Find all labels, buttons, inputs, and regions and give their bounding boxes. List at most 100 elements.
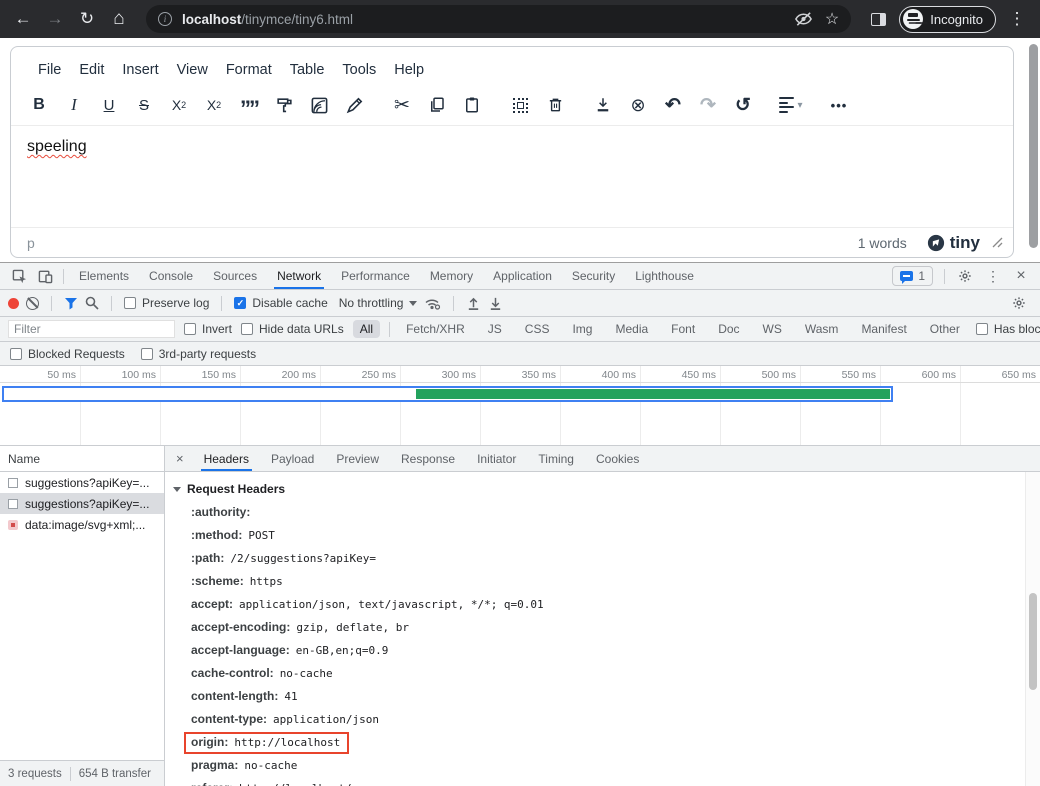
misspelled-word[interactable]: speeling (27, 138, 87, 155)
menu-format[interactable]: Format (217, 57, 281, 83)
detail-tab-initiator[interactable]: Initiator (466, 446, 527, 471)
menu-view[interactable]: View (168, 57, 217, 83)
side-panel-icon[interactable] (863, 4, 893, 34)
name-column-header[interactable]: Name (0, 446, 164, 472)
detail-tab-response[interactable]: Response (390, 446, 466, 471)
invert-checkbox[interactable] (184, 323, 196, 335)
request-row[interactable]: suggestions?apiKey=... (0, 472, 164, 493)
strikethrough-icon[interactable]: S (132, 93, 156, 117)
tab-console[interactable]: Console (139, 263, 203, 289)
network-overview-timeline[interactable]: 50 ms 100 ms 150 ms 200 ms 250 ms 300 ms… (0, 366, 1040, 446)
filter-type-font[interactable]: Font (664, 320, 702, 338)
disable-cache-checkbox[interactable]: ✓ (234, 297, 246, 309)
format-painter-icon[interactable] (272, 93, 296, 117)
filter-type-manifest[interactable]: Manifest (854, 320, 913, 338)
blocked-requests-toggle[interactable]: Blocked Requests (10, 347, 125, 361)
tiny-brand[interactable]: tiny (927, 233, 980, 253)
editor-content-area[interactable]: speeling (11, 125, 1013, 227)
bold-icon[interactable]: B (27, 93, 51, 117)
address-bar[interactable]: i localhost /tinymce/tiny6.html ☆ (146, 5, 851, 33)
hide-data-urls-toggle[interactable]: Hide data URLs (241, 322, 344, 336)
element-path[interactable]: p (27, 235, 35, 251)
align-left-icon[interactable]: ▾ (779, 93, 803, 117)
copy-icon[interactable] (425, 93, 449, 117)
hide-data-urls-checkbox[interactable] (241, 323, 253, 335)
has-blocked-cookies-checkbox[interactable] (976, 323, 988, 335)
issues-badge[interactable]: 1 (892, 266, 933, 286)
tab-lighthouse[interactable]: Lighthouse (625, 263, 704, 289)
export-har-icon[interactable] (488, 296, 503, 311)
tab-memory[interactable]: Memory (420, 263, 483, 289)
headers-scrollbar[interactable] (1025, 472, 1040, 786)
menu-file[interactable]: File (29, 57, 70, 83)
undo-icon[interactable]: ↶ (661, 93, 685, 117)
reload-icon[interactable]: ↻ (72, 4, 102, 34)
network-conditions-icon[interactable] (424, 296, 441, 310)
page-scrollbar[interactable] (1029, 44, 1038, 248)
filter-type-img[interactable]: Img (565, 320, 599, 338)
search-icon[interactable] (85, 296, 99, 310)
filter-type-media[interactable]: Media (608, 320, 655, 338)
disable-cache-toggle[interactable]: ✓ Disable cache (234, 296, 327, 310)
detail-tab-timing[interactable]: Timing (527, 446, 585, 471)
menu-help[interactable]: Help (385, 57, 433, 83)
inspect-element-icon[interactable] (6, 263, 32, 289)
filter-type-all[interactable]: All (353, 320, 380, 338)
filter-type-other[interactable]: Other (923, 320, 967, 338)
request-row-selected[interactable]: suggestions?apiKey=... (0, 493, 164, 514)
tab-sources[interactable]: Sources (203, 263, 267, 289)
filter-input[interactable] (8, 320, 175, 338)
site-info-icon[interactable]: i (158, 12, 172, 26)
third-party-requests-checkbox[interactable] (141, 348, 153, 360)
blockquote-icon[interactable]: ”” (237, 93, 261, 117)
device-toolbar-icon[interactable] (32, 263, 58, 289)
tab-elements[interactable]: Elements (69, 263, 139, 289)
delete-icon[interactable] (543, 93, 567, 117)
home-icon[interactable]: ⌂ (104, 4, 134, 34)
detail-tab-preview[interactable]: Preview (325, 446, 390, 471)
filter-type-css[interactable]: CSS (518, 320, 557, 338)
tab-network[interactable]: Network (267, 263, 331, 289)
request-headers-section[interactable]: Request Headers (173, 482, 1026, 496)
request-row[interactable]: data:image/svg+xml;... (0, 514, 164, 535)
devtools-menu-icon[interactable]: ⋮ (980, 263, 1006, 289)
preserve-log-toggle[interactable]: Preserve log (124, 296, 209, 310)
record-icon[interactable] (8, 298, 19, 309)
back-icon[interactable]: ← (8, 4, 38, 34)
cut-icon[interactable]: ✂ (390, 93, 414, 117)
underline-icon[interactable]: U (97, 93, 121, 117)
devtools-settings-icon[interactable] (952, 263, 978, 289)
detail-tab-headers[interactable]: Headers (193, 446, 260, 471)
filter-type-ws[interactable]: WS (756, 320, 789, 338)
italic-icon[interactable]: I (62, 93, 86, 117)
paste-icon[interactable] (460, 93, 484, 117)
blocked-requests-checkbox[interactable] (10, 348, 22, 360)
cancel-icon[interactable]: ⊗ (626, 93, 650, 117)
network-settings-icon[interactable] (1006, 290, 1032, 316)
has-blocked-cookies-toggle[interactable]: Has blocked cookies (976, 322, 1040, 336)
tab-application[interactable]: Application (483, 263, 562, 289)
permanent-pen-icon[interactable] (342, 93, 366, 117)
devtools-close-icon[interactable]: × (1008, 263, 1034, 289)
filter-type-fetch-xhr[interactable]: Fetch/XHR (399, 320, 472, 338)
export-download-icon[interactable] (591, 93, 615, 117)
word-count[interactable]: 1 words (858, 235, 907, 251)
tab-performance[interactable]: Performance (331, 263, 420, 289)
preserve-log-checkbox[interactable] (124, 297, 136, 309)
headers-scrollbar-thumb[interactable] (1029, 593, 1037, 690)
third-party-requests-toggle[interactable]: 3rd-party requests (141, 347, 256, 361)
redo-icon[interactable]: ↷ (696, 93, 720, 117)
invert-toggle[interactable]: Invert (184, 322, 232, 336)
browser-menu-icon[interactable]: ⋮ (1002, 4, 1032, 34)
subscript-icon[interactable]: X2 (167, 93, 191, 117)
detail-close-icon[interactable]: × (167, 451, 193, 466)
menu-insert[interactable]: Insert (113, 57, 167, 83)
throttling-select[interactable]: No throttling (339, 296, 418, 310)
menu-table[interactable]: Table (281, 57, 334, 83)
import-har-icon[interactable] (466, 296, 481, 311)
filter-type-wasm[interactable]: Wasm (798, 320, 846, 338)
more-toolbar-icon[interactable]: ••• (827, 93, 851, 117)
clear-icon[interactable] (26, 297, 39, 310)
restore-draft-icon[interactable]: ↺ (731, 93, 755, 117)
eye-blocked-icon[interactable] (794, 11, 813, 27)
